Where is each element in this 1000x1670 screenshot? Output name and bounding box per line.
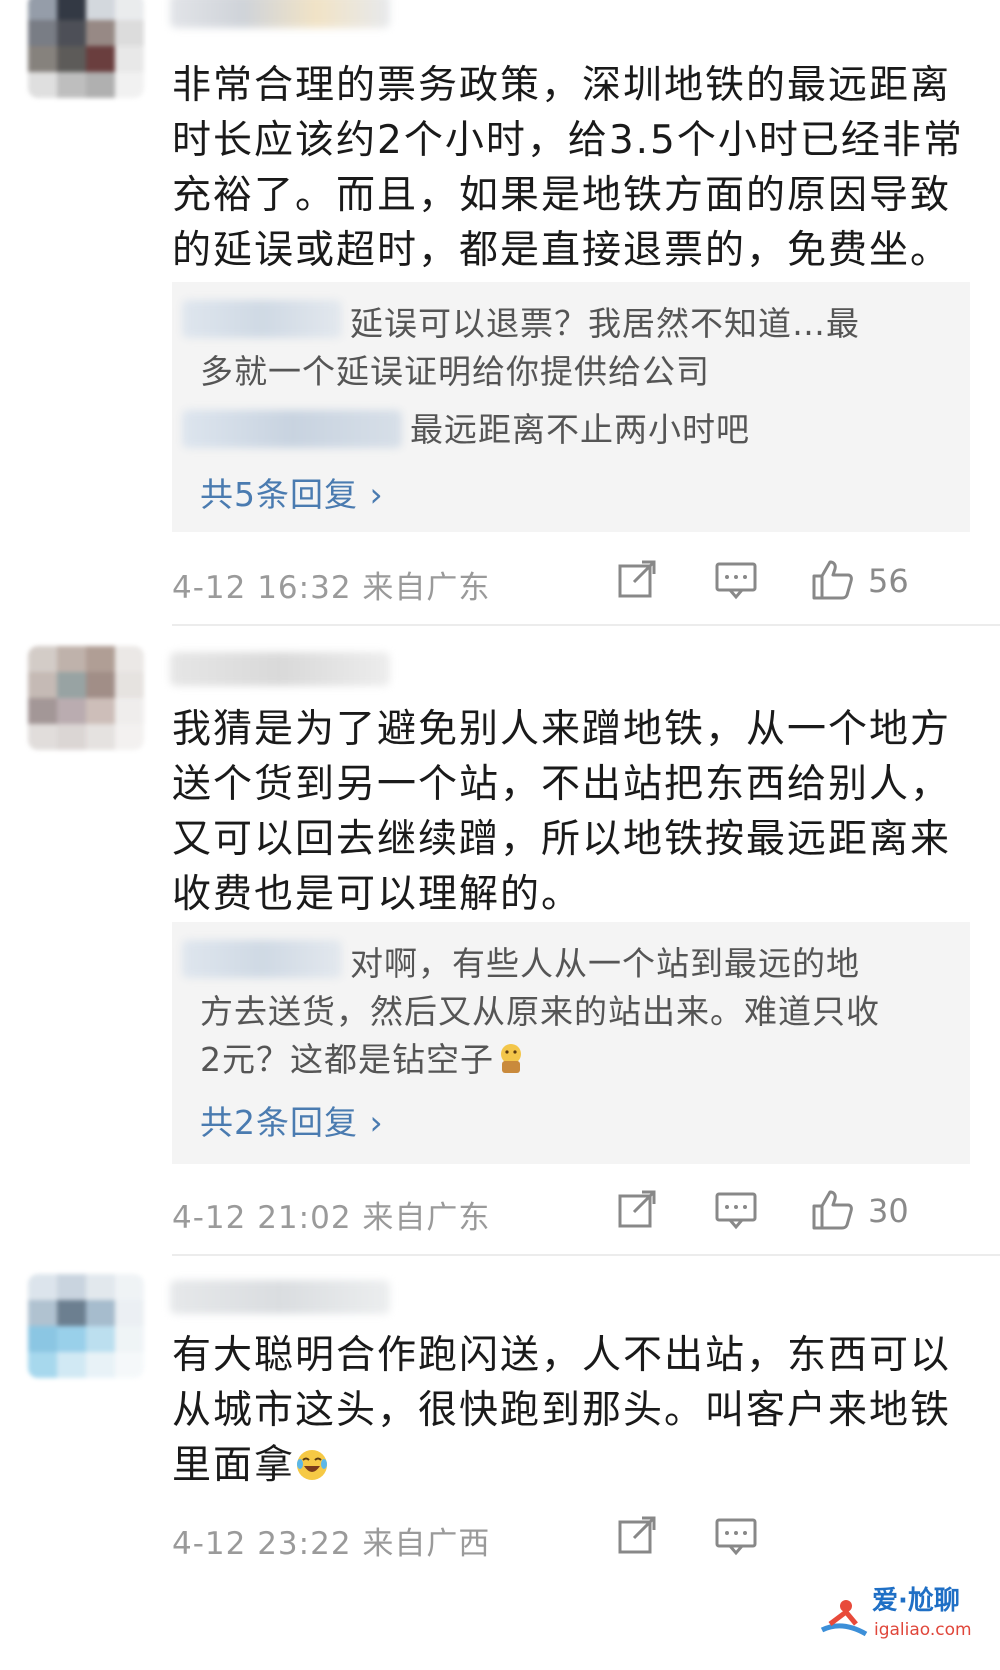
divider (172, 624, 1000, 626)
comment-footer: 4-12 21:02 来自广东 30 (172, 1186, 972, 1236)
watermark-logo-icon (820, 1600, 868, 1637)
watermark-site: igaliao.com (874, 1620, 972, 1640)
comment-icon[interactable] (714, 1516, 758, 1556)
share-icon[interactable] (616, 560, 660, 600)
reply-text: 对啊，有些人从一个站到最远的地 方去送货，然后又从原来的站出来。难道只收 2元？… (200, 944, 880, 1079)
like-count: 56 (868, 562, 909, 600)
thinking-emoji-icon (501, 1044, 521, 1073)
divider (172, 1254, 1000, 1256)
more-replies-link[interactable]: 共2条回复 › (200, 1096, 384, 1144)
reply-text: 最远距离不止两小时吧 (410, 410, 750, 449)
avatar[interactable] (28, 646, 144, 750)
site-watermark: 爱·尬聊 igaliao.com (816, 1580, 986, 1652)
like-icon[interactable] (810, 1190, 854, 1230)
comment-text: 我猜是为了避免别人来蹭地铁，从一个地方 送个货到另一个站，不出站把东西给别人， … (172, 707, 952, 917)
more-replies-link[interactable]: 共5条回复 › (200, 468, 384, 516)
laughing-crying-emoji-icon (297, 1450, 328, 1480)
username-blurred[interactable] (170, 0, 390, 28)
comment-footer: 4-12 16:32 来自广东 56 (172, 556, 972, 606)
like-icon[interactable] (810, 560, 854, 600)
comment-text: 非常合理的票务政策，深圳地铁的最远距离 时长应该约2个小时，给3.5个小时已经非… (172, 63, 964, 273)
reply-text: 延误可以退票？我居然不知道…最 多就一个延误证明给你提供给公司 (200, 304, 860, 391)
avatar[interactable] (28, 1274, 144, 1378)
reply-username-blurred[interactable] (182, 410, 402, 448)
comment-text: 有大聪明合作跑闪送，人不出站，东西可以 从城市这头，很快跑到那头。叫客户来地铁 … (172, 1333, 952, 1488)
share-icon[interactable] (616, 1516, 660, 1556)
watermark-brand: 爱·尬聊 (872, 1586, 960, 1616)
comment-icon[interactable] (714, 1190, 758, 1230)
comment-timestamp: 4-12 16:32 来自广东 (172, 570, 491, 606)
like-count: 30 (868, 1192, 909, 1230)
share-icon[interactable] (616, 1190, 660, 1230)
reply-box[interactable]: 对啊，有些人从一个站到最远的地 方去送货，然后又从原来的站出来。难道只收 2元？… (172, 922, 970, 1164)
reply-box[interactable]: 延误可以退票？我居然不知道…最 多就一个延误证明给你提供给公司 最远距离不止两小… (172, 282, 970, 532)
username-blurred[interactable] (170, 1280, 390, 1314)
username-blurred[interactable] (170, 652, 390, 686)
comment-footer: 4-12 23:22 来自广西 (172, 1512, 972, 1562)
comment-timestamp: 4-12 23:22 来自广西 (172, 1526, 491, 1562)
avatar[interactable] (28, 0, 144, 98)
comment-icon[interactable] (714, 560, 758, 600)
comment-timestamp: 4-12 21:02 来自广东 (172, 1200, 491, 1236)
